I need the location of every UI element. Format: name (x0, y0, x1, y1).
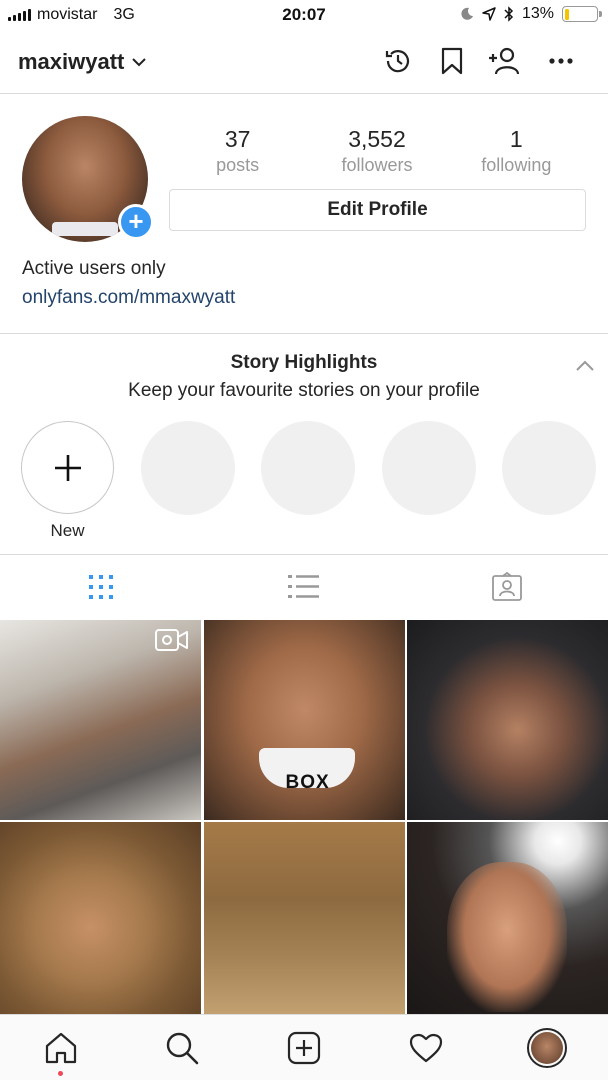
grid-icon (89, 575, 114, 599)
profile-stats: 37 posts 3,552 followers 1 following (168, 126, 586, 176)
profile-bio: Active users only (22, 258, 166, 279)
stat-followers[interactable]: 3,552 followers (307, 126, 446, 176)
stat-posts[interactable]: 37 posts (168, 126, 307, 176)
edit-profile-button[interactable]: Edit Profile (169, 189, 586, 231)
photo-caption-text: BOX (285, 772, 330, 793)
tagged-icon (491, 572, 522, 601)
posts-grid: BOX (0, 620, 608, 1014)
list-icon (288, 575, 319, 598)
profile-header: maxiwyatt (0, 32, 608, 94)
nav-activity[interactable] (365, 1015, 487, 1080)
username-title: maxiwyatt (18, 49, 125, 74)
discover-people-button[interactable] (487, 44, 521, 78)
highlights-subtitle: Keep your favourite stories on your prof… (128, 380, 480, 401)
video-icon (155, 629, 188, 651)
options-button[interactable] (544, 44, 578, 78)
posts-count: 37 (224, 126, 251, 152)
battery-icon (562, 6, 602, 22)
status-right: 13% (460, 5, 602, 23)
highlight-placeholder (261, 421, 355, 515)
post-thumbnail[interactable]: BOX (203, 620, 405, 820)
posts-label: posts (216, 155, 260, 175)
archive-icon (385, 50, 410, 73)
post-thumbnail[interactable] (407, 620, 608, 820)
notification-dot (58, 1071, 63, 1076)
post-thumbnail[interactable] (203, 822, 405, 1014)
heart-icon (409, 1033, 442, 1062)
new-highlight-button[interactable] (21, 421, 114, 514)
tab-tagged[interactable] (405, 555, 608, 619)
new-highlight-label: New (50, 521, 85, 540)
nav-home[interactable] (0, 1015, 122, 1080)
discover-people-icon (489, 47, 520, 75)
add-story-icon[interactable]: + (118, 204, 154, 240)
profile-website-link[interactable]: onlyfans.com/mmaxwyatt (22, 287, 235, 309)
tab-list[interactable] (203, 555, 406, 619)
divider (0, 333, 608, 334)
battery-fill (564, 8, 569, 20)
chevron-down-icon (132, 57, 147, 66)
following-label: following (481, 155, 552, 175)
battery-percent: 13% (521, 5, 554, 22)
following-count: 1 (509, 126, 523, 152)
archive-button[interactable] (381, 44, 415, 78)
bluetooth-icon (504, 6, 514, 22)
followers-count: 3,552 (348, 126, 406, 152)
post-thumbnail[interactable] (407, 822, 608, 1014)
chevron-up-icon (576, 360, 594, 371)
post-thumbnail[interactable] (0, 620, 201, 820)
do-not-disturb-icon (461, 7, 473, 20)
account-switcher[interactable]: maxiwyatt (18, 49, 147, 75)
stat-following[interactable]: 1 following (447, 126, 586, 176)
profile-view-tabs (0, 555, 608, 619)
collapse-highlights-button[interactable] (576, 358, 594, 376)
highlight-placeholder (141, 421, 235, 515)
bottom-nav (0, 1014, 608, 1080)
profile-avatar-icon (527, 1027, 568, 1068)
nav-new-post[interactable] (243, 1015, 365, 1080)
location-icon (482, 7, 496, 21)
more-icon (549, 58, 573, 64)
home-icon (45, 1032, 76, 1063)
search-icon (167, 1032, 199, 1064)
post-thumbnail[interactable] (0, 822, 201, 1014)
highlight-placeholder (502, 421, 596, 515)
plus-icon (54, 454, 81, 481)
new-post-icon (287, 1031, 321, 1064)
status-bar: movistar 3G 20:07 13% (0, 0, 608, 32)
highlights-row: New (0, 421, 608, 541)
highlight-placeholder (382, 421, 476, 515)
followers-label: followers (341, 155, 413, 175)
tab-grid[interactable] (0, 555, 203, 619)
nav-profile[interactable] (486, 1015, 608, 1080)
nav-search[interactable] (122, 1015, 244, 1080)
profile-avatar[interactable]: + (22, 116, 154, 242)
highlights-title: Story Highlights (230, 352, 378, 373)
saved-button[interactable] (435, 44, 469, 78)
bookmark-icon (441, 47, 463, 75)
